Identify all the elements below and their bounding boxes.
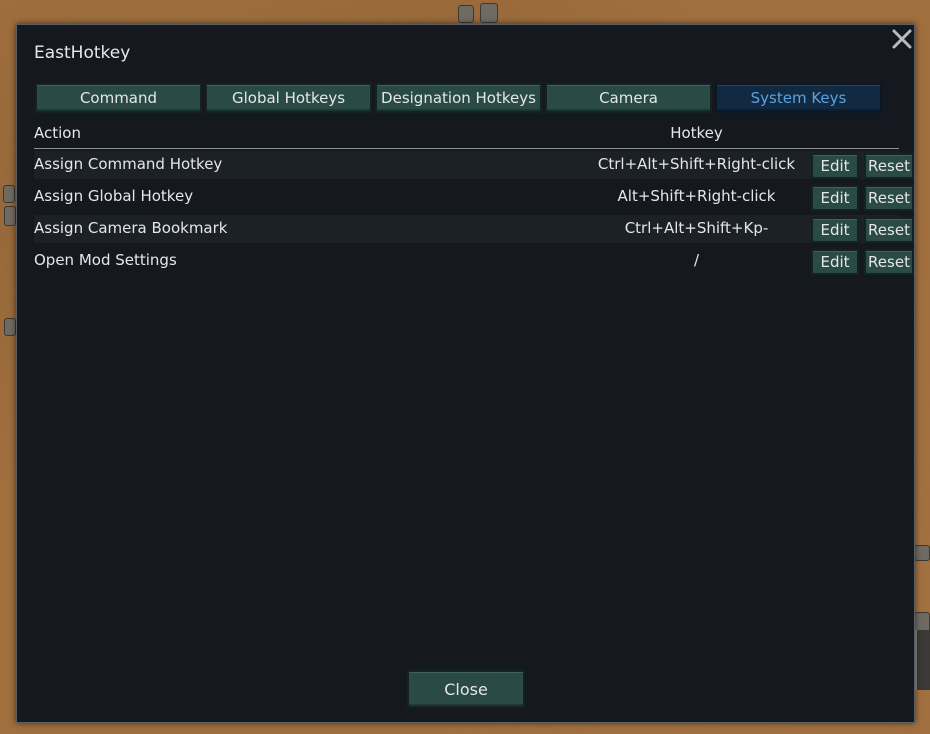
action-label: Open Mod Settings xyxy=(34,251,177,269)
hotkey-value: Ctrl+Alt+Shift+Right-click xyxy=(597,155,796,173)
rock-terrain xyxy=(4,318,16,336)
structure-wall xyxy=(915,630,930,690)
window-title: EastHotkey xyxy=(34,43,131,63)
rock-terrain xyxy=(458,5,474,23)
header-hotkey: Hotkey xyxy=(670,124,723,142)
edit-button[interactable]: Edit xyxy=(811,217,859,243)
table-row: Assign Command Hotkey Ctrl+Alt+Shift+Rig… xyxy=(34,151,914,179)
action-label: Assign Command Hotkey xyxy=(34,155,223,173)
close-button[interactable]: Close xyxy=(407,670,525,708)
header-action: Action xyxy=(34,124,81,142)
table-row: Assign Global Hotkey Alt+Shift+Right-cli… xyxy=(34,183,914,211)
edit-button[interactable]: Edit xyxy=(811,249,859,275)
tab-global-hotkeys[interactable]: Global Hotkeys xyxy=(205,83,372,113)
tab-designation-hotkeys[interactable]: Designation Hotkeys xyxy=(375,83,542,113)
edit-button[interactable]: Edit xyxy=(811,185,859,211)
easthotkey-dialog: EastHotkey Command Global Hotkeys Design… xyxy=(16,24,915,723)
close-x-icon[interactable] xyxy=(890,27,914,51)
reset-button[interactable]: Reset xyxy=(864,185,914,211)
action-label: Assign Camera Bookmark xyxy=(34,219,228,237)
tab-command[interactable]: Command xyxy=(35,83,202,113)
reset-button[interactable]: Reset xyxy=(864,249,914,275)
hotkey-value: Alt+Shift+Right-click xyxy=(617,187,776,205)
rock-terrain xyxy=(4,206,16,226)
table-row: Assign Camera Bookmark Ctrl+Alt+Shift+Kp… xyxy=(34,215,914,243)
rock-terrain xyxy=(480,3,498,23)
reset-button[interactable]: Reset xyxy=(864,153,914,179)
tab-camera[interactable]: Camera xyxy=(545,83,712,113)
hotkey-value: / xyxy=(693,251,700,269)
rock-terrain xyxy=(3,185,15,203)
hotkey-value: Ctrl+Alt+Shift+Kp- xyxy=(624,219,769,237)
tab-system-keys[interactable]: System Keys xyxy=(715,83,882,113)
reset-button[interactable]: Reset xyxy=(864,217,914,243)
rock-terrain xyxy=(914,545,930,561)
table-header: Action Hotkey xyxy=(34,124,899,149)
edit-button[interactable]: Edit xyxy=(811,153,859,179)
table-row: Open Mod Settings / Edit Reset xyxy=(34,247,914,275)
tab-bar: Command Global Hotkeys Designation Hotke… xyxy=(35,83,882,113)
action-label: Assign Global Hotkey xyxy=(34,187,194,205)
